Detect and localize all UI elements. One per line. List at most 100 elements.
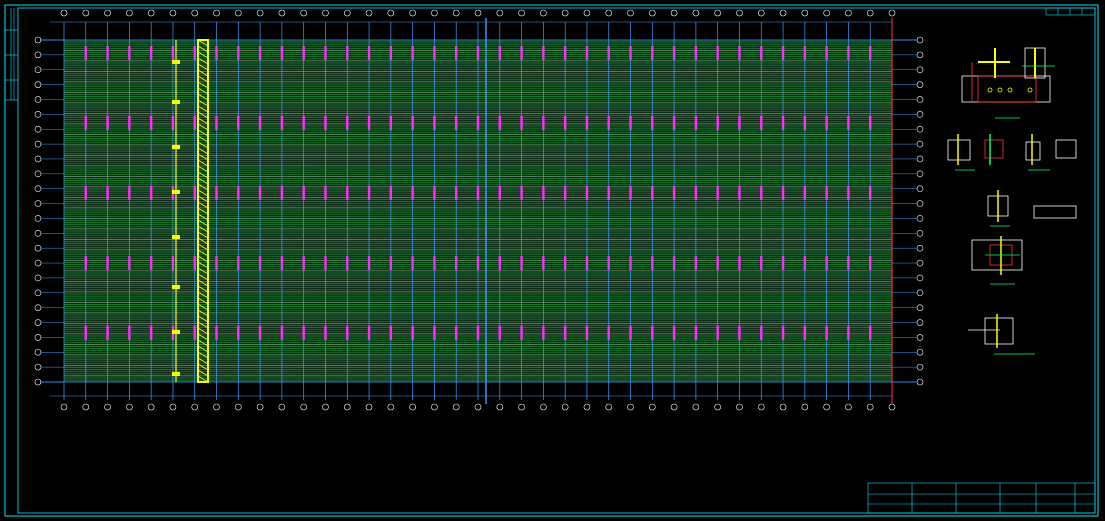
axis-bubble-icon: [496, 403, 504, 411]
bracing-node: [172, 60, 180, 64]
axis-bubble-icon: [34, 363, 42, 371]
axis-bubble-icon: [34, 51, 42, 59]
axis-bubble-icon: [343, 403, 351, 411]
binding-strip: [5, 8, 18, 101]
axis-bubble-icon: [409, 403, 416, 411]
axis-bubble-icon: [736, 403, 743, 411]
axis-bubble-icon: [34, 200, 42, 207]
bracing-node: [172, 145, 180, 149]
axis-bubble-icon: [649, 403, 656, 411]
axis-bubble-icon: [34, 319, 42, 326]
axis-bubble-icon: [561, 403, 569, 411]
axis-bubble-icon: [916, 140, 924, 148]
axis-bubble-icon: [583, 403, 591, 411]
axis-bubble-icon: [60, 403, 68, 411]
cad-drawing: [4, 4, 1099, 517]
axis-bubble-icon: [235, 9, 242, 17]
axis-bubble-icon: [365, 403, 373, 411]
axis-bubble-icon: [34, 155, 42, 163]
axis-bubble-icon: [866, 403, 874, 411]
axis-bubble-icon: [409, 9, 416, 17]
axis-bubble-icon: [104, 9, 111, 17]
axis-bubble-icon: [169, 403, 177, 411]
axis-bubble-icon: [213, 9, 220, 17]
detail-4: [971, 236, 1023, 285]
axis-bubble-icon: [801, 403, 809, 411]
bracing-node: [172, 372, 180, 376]
axis-bubble-icon: [845, 403, 852, 411]
axis-bubble-icon: [60, 9, 68, 17]
axis-bubble-icon: [147, 403, 155, 411]
axis-bubble-icon: [126, 9, 133, 17]
axis-bubble-icon: [916, 125, 924, 133]
axis-bubble-icon: [213, 403, 220, 411]
axis-bubble-icon: [387, 9, 395, 17]
axis-bubble-icon: [34, 259, 42, 267]
axis-bubble-icon: [649, 9, 656, 17]
axis-bubble-icon: [627, 403, 634, 411]
axis-bubble-icon: [916, 319, 924, 326]
axis-bubble-icon: [916, 334, 924, 341]
axis-bubble-icon: [387, 403, 395, 411]
detail-2: [947, 134, 1077, 171]
axis-bubble-icon: [82, 9, 90, 17]
axis-bubble-icon: [452, 403, 460, 411]
axis-bubble-icon: [916, 304, 924, 311]
axis-bubble-icon: [823, 403, 830, 411]
detail-5: [968, 314, 1035, 355]
axis-bubble-icon: [916, 274, 924, 282]
axis-bubble-icon: [169, 9, 177, 17]
axis-bubble-icon: [34, 348, 42, 356]
axis-bubble-icon: [34, 215, 42, 222]
axis-bubble-icon: [34, 230, 42, 237]
axis-bubble-icon: [916, 378, 924, 386]
axis-bubble-icon: [34, 81, 42, 88]
axis-bubble-icon: [916, 215, 924, 222]
axis-bubble-icon: [916, 111, 924, 118]
axis-bubble-icon: [714, 9, 721, 17]
axis-bubble-icon: [365, 9, 373, 17]
axis-bubble-icon: [779, 9, 787, 17]
axis-bubble-icon: [714, 403, 721, 411]
axis-bubble-icon: [916, 96, 924, 103]
detail-3: [987, 190, 1077, 227]
axis-bubble-icon: [583, 9, 591, 17]
axis-bubble-icon: [104, 403, 111, 411]
axis-bubble-icon: [34, 170, 42, 178]
bracing-node: [172, 190, 180, 194]
axis-bubble-icon: [147, 9, 155, 17]
axis-bubble-icon: [34, 140, 42, 148]
axis-bubble-icon: [916, 259, 924, 267]
axis-bubble-icon: [322, 403, 329, 411]
axis-bubble-icon: [322, 9, 329, 17]
axis-bubble-icon: [34, 244, 42, 252]
axis-bubble-icon: [916, 81, 924, 88]
axis-bubble-icon: [801, 9, 809, 17]
title-block: [867, 482, 1096, 514]
axis-bubble-icon: [605, 403, 613, 411]
axis-bubble-icon: [692, 9, 700, 17]
corner-box: [1045, 7, 1096, 16]
axis-bubble-icon: [692, 403, 700, 411]
bracing-node: [172, 235, 180, 239]
axis-bubble-icon: [757, 403, 765, 411]
axis-bubble-icon: [300, 403, 307, 411]
axis-bubble-icon: [34, 274, 42, 282]
axis-bubble-icon: [452, 9, 460, 17]
axis-bubble-icon: [916, 170, 924, 178]
axis-bubble-icon: [34, 96, 42, 103]
axis-bubble-icon: [736, 9, 743, 17]
axis-bubble-icon: [757, 9, 765, 17]
axis-bubble-icon: [916, 51, 924, 59]
axis-bubble-icon: [278, 403, 286, 411]
axis-bubble-icon: [34, 289, 42, 297]
bracing-node: [172, 100, 180, 104]
axis-bubble-icon: [916, 230, 924, 237]
axis-bubble-icon: [916, 289, 924, 297]
axis-bubble-icon: [561, 9, 569, 17]
axis-bubble-icon: [670, 403, 678, 411]
bracing-node: [172, 330, 180, 334]
axis-bubble-icon: [670, 9, 678, 17]
axis-bubble-icon: [916, 36, 924, 44]
axis-bubble-icon: [518, 9, 525, 17]
